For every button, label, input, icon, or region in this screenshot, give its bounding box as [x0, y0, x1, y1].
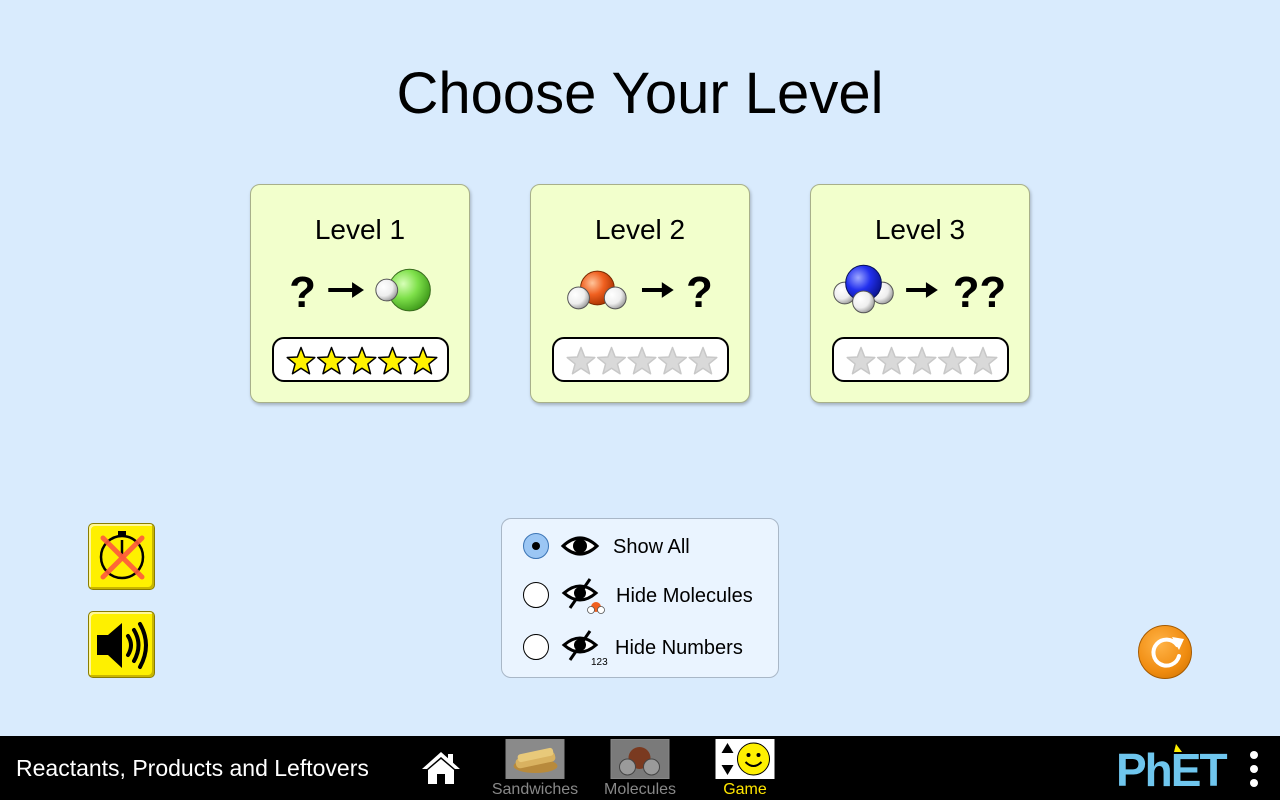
- level-3-title: Level 3: [874, 214, 966, 245]
- star-empty-icon: [968, 346, 998, 375]
- refresh-icon: [1151, 637, 1184, 668]
- arrow-icon: [328, 282, 364, 298]
- page-title: Choose Your Level: [396, 61, 884, 126]
- hide-numbers-option[interactable]: 123 Hide Numbers: [502, 627, 778, 667]
- sound-toggle-button[interactable]: [88, 611, 155, 678]
- eye-slash-molecule-icon: [561, 578, 605, 614]
- level-1-button[interactable]: Level 1 ?: [250, 184, 470, 403]
- star-filled-icon: [408, 346, 438, 375]
- molecules-thumbnail: [610, 739, 670, 779]
- screen-tab-game[interactable]: Game: [697, 738, 793, 798]
- star-filled-icon: [286, 346, 316, 375]
- molecules-tab-label: Molecules: [603, 781, 677, 798]
- sandwich-icon: [513, 747, 558, 773]
- show-all-radio[interactable]: [523, 533, 549, 559]
- show-all-option[interactable]: Show All: [502, 526, 778, 566]
- star-empty-icon: [907, 346, 937, 375]
- level-3-score-stars: [832, 337, 1009, 382]
- kebab-menu-icon: [1250, 751, 1258, 787]
- level-2-title: Level 2: [594, 214, 686, 245]
- level-3-question-text: ??: [953, 269, 1006, 317]
- game-smiley-icon: [721, 742, 770, 776]
- level-1-title: Level 1: [314, 214, 406, 245]
- eye-slash-numbers-icon: 123: [561, 630, 608, 667]
- star-empty-icon: [846, 346, 876, 375]
- level-1-score-stars: [272, 337, 449, 382]
- hide-numbers-label: Hide Numbers: [615, 637, 743, 659]
- speaker-icon: [97, 622, 148, 669]
- home-icon: [422, 752, 460, 784]
- star-empty-icon: [596, 346, 627, 375]
- screen-tab-molecules[interactable]: Molecules: [592, 738, 688, 798]
- sandwiches-tab-label: Sandwiches: [491, 781, 579, 798]
- level-2-reaction-icon: ?: [567, 269, 713, 317]
- level-2-button[interactable]: Level 2 ?: [530, 184, 750, 403]
- numbers-icon-text: 123: [591, 657, 608, 667]
- navigation-bar: Reactants, Products and Leftovers Sandwi…: [0, 736, 1280, 800]
- eye-icon: [560, 536, 600, 556]
- timer-off-icon: [99, 531, 145, 580]
- options-menu-button[interactable]: [1246, 750, 1262, 790]
- star-empty-icon: [627, 346, 657, 375]
- level-2-question-text: ?: [686, 269, 713, 317]
- hide-molecules-radio[interactable]: [523, 582, 549, 608]
- show-all-label: Show All: [613, 536, 690, 558]
- ammonia-molecule-icon: [833, 264, 894, 314]
- timer-toggle-button[interactable]: [88, 523, 155, 590]
- star-empty-icon: [657, 346, 688, 375]
- level-1-question-text: ?: [289, 269, 316, 317]
- star-empty-icon: [937, 346, 968, 375]
- hide-numbers-radio[interactable]: [523, 634, 549, 660]
- app-title: Reactants, Products and Leftovers: [16, 755, 369, 781]
- star-filled-icon: [316, 346, 347, 375]
- level-1-reaction-icon: ?: [289, 268, 431, 317]
- refresh-button[interactable]: [1138, 625, 1192, 679]
- home-button[interactable]: [420, 750, 462, 786]
- star-empty-icon: [688, 346, 718, 375]
- visibility-options-panel: Show All Hide Molecules 123 Hide Numbers: [501, 518, 779, 678]
- hide-molecules-option[interactable]: Hide Molecules: [502, 575, 778, 615]
- game-tab-label: Game: [723, 781, 767, 798]
- star-empty-icon: [876, 346, 907, 375]
- arrow-icon: [906, 282, 938, 298]
- star-filled-icon: [377, 346, 408, 375]
- water-molecule-icon: [567, 270, 627, 310]
- phet-logo-icon: PhET: [1116, 744, 1229, 796]
- molecule-icon: [619, 747, 660, 776]
- star-filled-icon: [347, 346, 377, 375]
- screen-tab-sandwiches[interactable]: Sandwiches: [487, 738, 583, 798]
- game-thumbnail: [715, 739, 775, 779]
- level-3-reaction-icon: ??: [833, 264, 1006, 317]
- arrow-icon: [641, 282, 674, 298]
- phet-brand-text: PhET: [1116, 744, 1227, 794]
- level-2-score-stars: [552, 337, 729, 382]
- level-3-button[interactable]: Level 3 ??: [810, 184, 1030, 403]
- phet-logo[interactable]: PhET: [1116, 742, 1240, 796]
- star-empty-icon: [566, 346, 596, 375]
- hide-molecules-label: Hide Molecules: [616, 585, 753, 607]
- hcl-molecule-icon: [375, 268, 431, 312]
- sandwiches-thumbnail: [505, 739, 565, 779]
